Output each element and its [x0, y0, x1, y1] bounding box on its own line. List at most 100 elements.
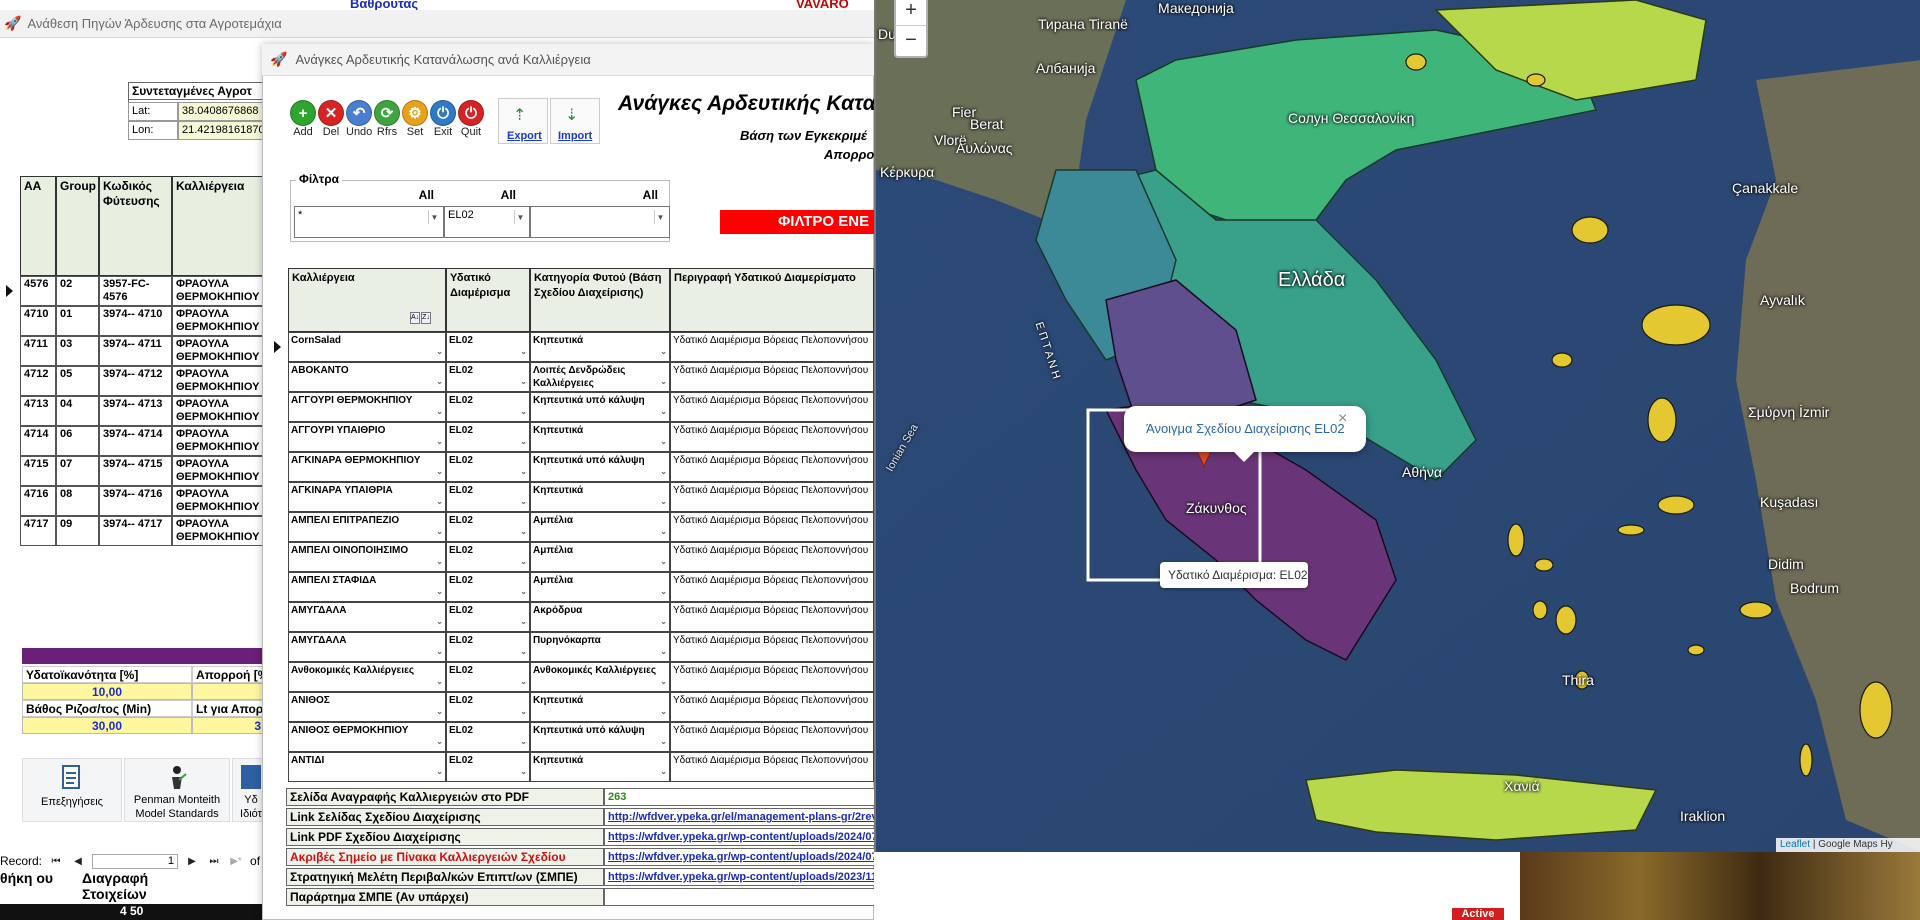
zoom-out-button[interactable]: −: [896, 26, 926, 56]
chevron-down-icon[interactable]: ⌄: [660, 525, 667, 538]
crop-grid-cell[interactable]: ΑΒΟΚΑΝΤΟ ⌄: [288, 362, 446, 392]
crop-grid-cell[interactable]: Ακρόδρυα ⌄: [530, 602, 670, 632]
rfrs-button[interactable]: ⟳ Rfrs: [374, 100, 400, 138]
filter-all-button-1[interactable]: All: [418, 186, 434, 204]
chevron-down-icon[interactable]: ⌄: [660, 615, 667, 628]
back-grid-cell[interactable]: 04: [56, 396, 99, 426]
crop-grid-cell[interactable]: Υδατικό Διαμέρισμα Βόρειας Πελοποννήσου: [670, 752, 874, 782]
crop-grid-cell[interactable]: Κηπευτικά ⌄: [530, 692, 670, 722]
crop-grid-cell[interactable]: Υδατικό Διαμέρισμα Βόρειας Πελοποννήσου: [670, 632, 874, 662]
grid-header-plant-category[interactable]: Κατηγορία Φυτού (Βάση Σχεδίου Διαχείριση…: [530, 268, 670, 332]
crop-grid-cell[interactable]: ΑΝΙΘΟΣ ⌄: [288, 692, 446, 722]
back-grid-cell[interactable]: 3974-- 4712: [99, 366, 172, 396]
export-link[interactable]: Export: [507, 130, 542, 142]
crop-grid-cell[interactable]: Πυρηνόκαρπα ⌄: [530, 632, 670, 662]
back-grid-cell[interactable]: 4712: [20, 366, 56, 396]
chevron-down-icon[interactable]: ⌄: [520, 525, 527, 538]
crop-grid-cell[interactable]: Υδατικό Διαμέρισμα Βόρειας Πελοποννήσου: [670, 602, 874, 632]
back-grid-cell[interactable]: ΦΡΑΟΥΛΑ ΘΕΡΜΟΚΗΠΙΟΥ: [172, 396, 264, 426]
root-depth-field[interactable]: 30,00: [22, 717, 192, 734]
chevron-down-icon[interactable]: ⌄: [520, 705, 527, 718]
chevron-down-icon[interactable]: ⌄: [520, 765, 527, 778]
crop-grid-cell[interactable]: Υδατικό Διαμέρισμα Βόρειας Πελοποννήσου: [670, 662, 874, 692]
back-grid-cell[interactable]: 3974-- 4715: [99, 456, 172, 486]
back-grid-cell[interactable]: ΦΡΑΟΥΛΑ ΘΕΡΜΟΚΗΠΙΟΥ: [172, 366, 264, 396]
chevron-down-icon[interactable]: ▼: [514, 210, 526, 224]
chevron-down-icon[interactable]: ⌄: [436, 375, 443, 388]
crop-grid-cell[interactable]: Λοιπές Δενδρώδεις Καλλιέργειες ⌄: [530, 362, 670, 392]
chevron-down-icon[interactable]: ⌄: [436, 465, 443, 478]
chevron-down-icon[interactable]: ⌄: [436, 675, 443, 688]
apply-filter-button[interactable]: ΦΙΛΤΡΟ ΕΝΕ: [720, 210, 880, 234]
back-grid-cell[interactable]: ΦΡΑΟΥΛΑ ΘΕΡΜΟΚΗΠΙΟΥ: [172, 426, 264, 456]
last-record-button[interactable]: ⏭: [206, 854, 222, 868]
crop-grid-cell[interactable]: EL02 ⌄: [446, 602, 530, 632]
back-grid-cell[interactable]: 4717: [20, 516, 56, 546]
chevron-down-icon[interactable]: ⌄: [436, 495, 443, 508]
crop-grid-cell[interactable]: EL02 ⌄: [446, 752, 530, 782]
crop-grid-cell[interactable]: Υδατικό Διαμέρισμα Βόρειας Πελοποννήσου: [670, 332, 874, 362]
back-grid-cell[interactable]: ΦΡΑΟΥΛΑ ΘΕΡΜΟΚΗΠΙΟΥ: [172, 336, 264, 366]
crop-grid-cell[interactable]: Κηπευτικά υπό κάλυψη ⌄: [530, 722, 670, 752]
filter-crop-combo[interactable]: * ▼: [294, 206, 444, 238]
crop-grid-cell[interactable]: EL02 ⌄: [446, 662, 530, 692]
back-grid-cell[interactable]: ΦΡΑΟΥΛΑ ΘΕΡΜΟΚΗΠΙΟΥ: [172, 486, 264, 516]
back-grid-cell[interactable]: 09: [56, 516, 99, 546]
back-grid-cell[interactable]: 3974-- 4716: [99, 486, 172, 516]
crop-grid-cell[interactable]: ΑΝΙΘΟΣ ΘΕΡΜΟΚΗΠΙΟΥ ⌄: [288, 722, 446, 752]
back-grid-cell[interactable]: 4715: [20, 456, 56, 486]
back-grid-cell[interactable]: 3974-- 4717: [99, 516, 172, 546]
undo-button[interactable]: ↶ Undo: [346, 100, 372, 138]
open-plan-link[interactable]: Άνοιγμα Σχεδίου Διαχείρισης EL02: [1146, 421, 1345, 436]
crop-grid-cell[interactable]: EL02 ⌄: [446, 632, 530, 662]
chevron-down-icon[interactable]: ⌄: [436, 555, 443, 568]
crop-grid-cell[interactable]: Υδατικό Διαμέρισμα Βόρειας Πελοποννήσου: [670, 482, 874, 512]
crop-grid-cell[interactable]: ΑΓΚΙΝΑΡΑ ΥΠΑΙΘΡΙΑ ⌄: [288, 482, 446, 512]
crop-grid-cell[interactable]: Αμπέλια ⌄: [530, 512, 670, 542]
crop-grid-cell[interactable]: Ανθοκομικές Καλλιέργειες ⌄: [530, 662, 670, 692]
import-link[interactable]: Import: [558, 130, 592, 142]
crop-grid-cell[interactable]: Κηπευτικά ⌄: [530, 482, 670, 512]
crop-grid-cell[interactable]: EL02 ⌄: [446, 482, 530, 512]
chevron-down-icon[interactable]: ⌄: [520, 495, 527, 508]
next-record-button[interactable]: ▶: [184, 854, 200, 868]
chevron-down-icon[interactable]: ⌄: [660, 765, 667, 778]
crop-grid-cell[interactable]: Υδατικό Διαμέρισμα Βόρειας Πελοποννήσου: [670, 692, 874, 722]
back-grid-cell[interactable]: 01: [56, 306, 99, 336]
map-view[interactable]: [874, 0, 1920, 852]
filter-all-button-2[interactable]: All: [500, 186, 516, 204]
chevron-down-icon[interactable]: ⌄: [660, 585, 667, 598]
crop-grid-cell[interactable]: Υδατικό Διαμέρισμα Βόρειας Πελοποννήσου: [670, 422, 874, 452]
chevron-down-icon[interactable]: ⌄: [520, 435, 527, 448]
absorb-field[interactable]: [192, 683, 264, 700]
chevron-down-icon[interactable]: ⌄: [520, 555, 527, 568]
back-grid-cell[interactable]: ΦΡΑΟΥΛΑ ΘΕΡΜΟΚΗΠΙΟΥ: [172, 456, 264, 486]
crop-grid-cell[interactable]: EL02 ⌄: [446, 362, 530, 392]
crop-grid-cell[interactable]: Υδατικό Διαμέρισμα Βόρειας Πελοποννήσου: [670, 512, 874, 542]
crop-grid-cell[interactable]: ΑΜΠΕΛΙ ΟΙΝΟΠΟΙΗΣΙΜΟ ⌄: [288, 542, 446, 572]
penman-button[interactable]: Penman Monteith Model Standards: [124, 758, 230, 822]
crop-grid-cell[interactable]: Κηπευτικά ⌄: [530, 332, 670, 362]
crop-grid-cell[interactable]: ΑΜΠΕΛΙ ΣΤΑΦΙΔΑ ⌄: [288, 572, 446, 602]
crop-grid-cell[interactable]: Αμπέλια ⌄: [530, 542, 670, 572]
back-grid-header-group[interactable]: Group: [56, 176, 99, 276]
back-grid-header-aa[interactable]: AA: [20, 176, 56, 276]
chevron-down-icon[interactable]: ⌄: [660, 675, 667, 688]
crop-grid-cell[interactable]: EL02 ⌄: [446, 422, 530, 452]
back-grid-cell[interactable]: 3974-- 4710: [99, 306, 172, 336]
crop-needs-titlebar[interactable]: 🚀 Ανάγκες Αρδευτικής Κατανάλωσης ανά Καλ…: [262, 44, 874, 76]
crop-grid-cell[interactable]: Αμπέλια ⌄: [530, 572, 670, 602]
crop-grid-cell[interactable]: ΑΜΠΕΛΙ ΕΠΙΤΡΑΠΕΖΙΟ ⌄: [288, 512, 446, 542]
chevron-down-icon[interactable]: ⌄: [520, 375, 527, 388]
chevron-down-icon[interactable]: ⌄: [660, 375, 667, 388]
chevron-down-icon[interactable]: ⌄: [520, 675, 527, 688]
back-grid-header-crop[interactable]: Καλλιέργεια: [172, 176, 264, 276]
chevron-down-icon[interactable]: ⌄: [436, 405, 443, 418]
chevron-down-icon[interactable]: ▼: [654, 210, 666, 224]
exit-button[interactable]: ⏻ Exit: [430, 100, 456, 138]
delete-data-label[interactable]: Διαγραφή Στοιχείων: [82, 870, 202, 902]
filter-all-button-3[interactable]: All: [642, 186, 658, 204]
back-grid-cell[interactable]: 3974-- 4713: [99, 396, 172, 426]
chevron-down-icon[interactable]: ⌄: [436, 525, 443, 538]
chevron-down-icon[interactable]: ⌄: [436, 345, 443, 358]
